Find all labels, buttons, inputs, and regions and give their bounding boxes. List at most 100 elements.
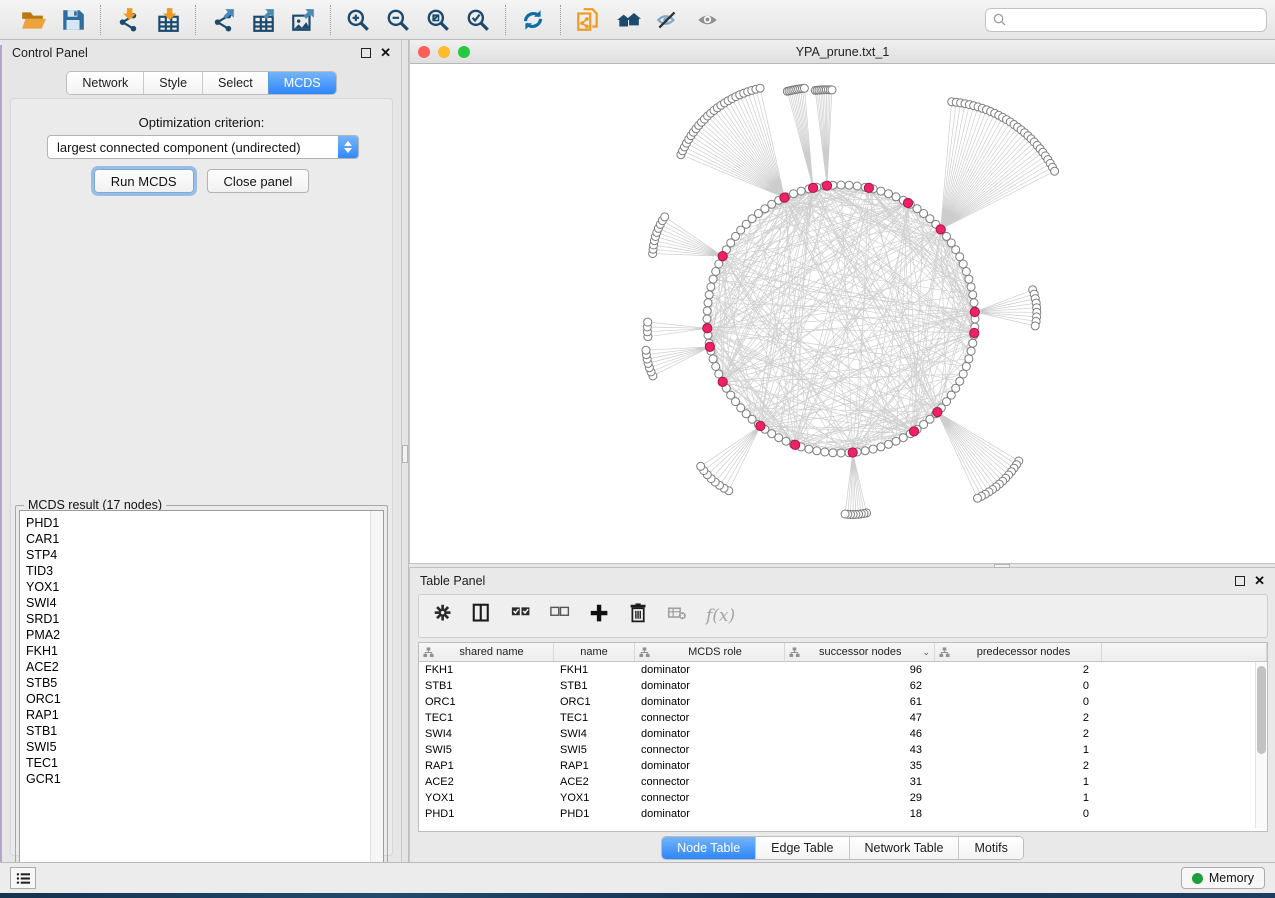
run-mcds-button[interactable]: Run MCDS <box>94 169 194 193</box>
mcds-result-item[interactable]: SWI4 <box>26 595 367 611</box>
mcds-result-item[interactable]: TEC1 <box>26 755 367 771</box>
mcds-result-item[interactable]: SRD1 <box>26 611 367 627</box>
table-row[interactable]: STB1STB1dominator620 <box>419 678 1267 694</box>
tab-style[interactable]: Style <box>143 72 202 94</box>
column-header-successor-nodes[interactable]: successor nodes⌄ <box>785 643 935 661</box>
settings-button[interactable] <box>433 603 454 629</box>
mcds-result-item[interactable]: RAP1 <box>26 707 367 723</box>
mcds-result-item[interactable]: PHD1 <box>26 515 367 531</box>
export-image-button[interactable] <box>286 4 320 36</box>
optimization-dropdown[interactable]: largest connected component (undirected) <box>47 135 359 159</box>
deselect-all-button[interactable] <box>550 603 571 629</box>
import-table-button[interactable] <box>151 4 185 36</box>
cell-name: TEC1 <box>554 712 635 724</box>
home-layout-button[interactable] <box>611 4 645 36</box>
table-scrollbar[interactable] <box>1255 662 1267 828</box>
table-row[interactable]: YOX1YOX1connector291 <box>419 790 1267 806</box>
select-all-button[interactable] <box>511 603 532 629</box>
network-canvas[interactable] <box>410 64 1274 562</box>
mcds-result-item[interactable]: YOX1 <box>26 579 367 595</box>
add-column-button[interactable] <box>589 603 610 629</box>
float-panel-icon[interactable] <box>361 48 371 58</box>
vertical-splitter-grip[interactable] <box>402 445 408 463</box>
table-row[interactable]: ORC1ORC1dominator610 <box>419 694 1267 710</box>
memory-button[interactable]: Memory <box>1181 867 1265 889</box>
cell-MCDS-role: connector <box>635 712 785 724</box>
table-row[interactable]: FKH1FKH1dominator962 <box>419 662 1267 678</box>
table-row[interactable]: RAP1RAP1dominator352 <box>419 758 1267 774</box>
mcds-result-item[interactable]: GCR1 <box>26 771 367 787</box>
import-network-button[interactable] <box>111 4 145 36</box>
network-view-title: YPA_prune.txt_1 <box>410 45 1275 59</box>
split-panel-button[interactable] <box>472 603 493 629</box>
cell-name: FKH1 <box>554 664 635 676</box>
cell-MCDS-role: dominator <box>635 680 785 692</box>
close-table-panel-icon[interactable]: ✕ <box>1254 576 1265 586</box>
open-file-button[interactable] <box>16 4 50 36</box>
cell-successor-nodes: 61 <box>785 696 935 708</box>
network-graph[interactable] <box>410 64 1274 562</box>
search-field[interactable] <box>985 8 1267 32</box>
optimization-dropdown-value: largest connected component (undirected) <box>48 140 338 155</box>
table-row[interactable]: SWI5SWI5connector431 <box>419 742 1267 758</box>
node-table-header: shared namenameMCDS rolesuccessor nodes⌄… <box>419 643 1267 662</box>
zoom-out-button[interactable] <box>381 4 415 36</box>
mcds-result-item[interactable]: STB1 <box>26 723 367 739</box>
duplicate-network-icon <box>575 7 601 33</box>
mcds-list-scrollbar[interactable] <box>370 511 383 874</box>
delete-column-button[interactable] <box>628 603 649 629</box>
control-panel-tabs: NetworkStyleSelectMCDS <box>66 71 336 95</box>
toolbar-separator <box>560 5 561 35</box>
table-row[interactable]: TEC1TEC1connector472 <box>419 710 1267 726</box>
mcds-result-item[interactable]: STP4 <box>26 547 367 563</box>
tab-mcds[interactable]: MCDS <box>268 72 336 94</box>
export-table-button[interactable] <box>246 4 280 36</box>
tab-node-table[interactable]: Node Table <box>662 837 755 859</box>
task-history-button[interactable] <box>10 867 36 889</box>
mcds-result-item[interactable]: FKH1 <box>26 643 367 659</box>
search-icon <box>993 13 1006 26</box>
column-header-shared-name[interactable]: shared name <box>419 643 554 661</box>
zoom-fit-button[interactable] <box>421 4 455 36</box>
tab-select[interactable]: Select <box>202 72 268 94</box>
import-network-icon <box>115 7 141 33</box>
tab-network-table[interactable]: Network Table <box>849 837 959 859</box>
cell-predecessor-nodes: 2 <box>935 728 1102 740</box>
close-panel-button[interactable]: Close panel <box>207 169 310 193</box>
network-view-titlebar[interactable]: YPA_prune.txt_1 <box>410 40 1275 64</box>
duplicate-network-button[interactable] <box>571 4 605 36</box>
mcds-result-item[interactable]: ORC1 <box>26 691 367 707</box>
hide-selected-button[interactable] <box>651 4 685 36</box>
mcds-result-list[interactable]: PHD1CAR1STP4TID3YOX1SWI4SRD1PMA2FKH1ACE2… <box>19 510 384 875</box>
zoom-selected-button[interactable] <box>461 4 495 36</box>
column-header-MCDS-role[interactable]: MCDS role <box>635 643 785 661</box>
column-header-predecessor-nodes[interactable]: predecessor nodes <box>935 643 1102 661</box>
column-header-name[interactable]: name <box>554 643 635 661</box>
open-file-icon <box>20 7 46 33</box>
mcds-result-item[interactable]: PMA2 <box>26 627 367 643</box>
close-panel-icon[interactable]: ✕ <box>380 48 391 58</box>
mcds-result-item[interactable]: STB5 <box>26 675 367 691</box>
zoom-in-button[interactable] <box>341 4 375 36</box>
float-table-panel-icon[interactable] <box>1235 576 1245 586</box>
refresh-layout-button[interactable] <box>516 4 550 36</box>
table-row[interactable]: PHD1PHD1dominator180 <box>419 806 1267 822</box>
tab-edge-table[interactable]: Edge Table <box>755 837 848 859</box>
search-input[interactable] <box>1011 13 1259 27</box>
table-scrollbar-thumb[interactable] <box>1257 666 1266 754</box>
table-row[interactable]: ACE2ACE2connector311 <box>419 774 1267 790</box>
table-row[interactable]: SWI4SWI4dominator462 <box>419 726 1267 742</box>
export-network-button[interactable] <box>206 4 240 36</box>
mcds-result-item[interactable]: ACE2 <box>26 659 367 675</box>
vertical-splitter[interactable] <box>401 40 409 862</box>
save-session-button[interactable] <box>56 4 90 36</box>
tab-network[interactable]: Network <box>67 72 143 94</box>
mcds-result-item[interactable]: CAR1 <box>26 531 367 547</box>
show-all-button[interactable] <box>691 4 725 36</box>
tab-motifs[interactable]: Motifs <box>958 837 1022 859</box>
mcds-result-item[interactable]: TID3 <box>26 563 367 579</box>
mcds-result-item[interactable]: SWI5 <box>26 739 367 755</box>
cell-predecessor-nodes: 2 <box>935 664 1102 676</box>
toolbar-group <box>333 4 503 36</box>
apply-function-button: f(x) <box>706 606 735 626</box>
